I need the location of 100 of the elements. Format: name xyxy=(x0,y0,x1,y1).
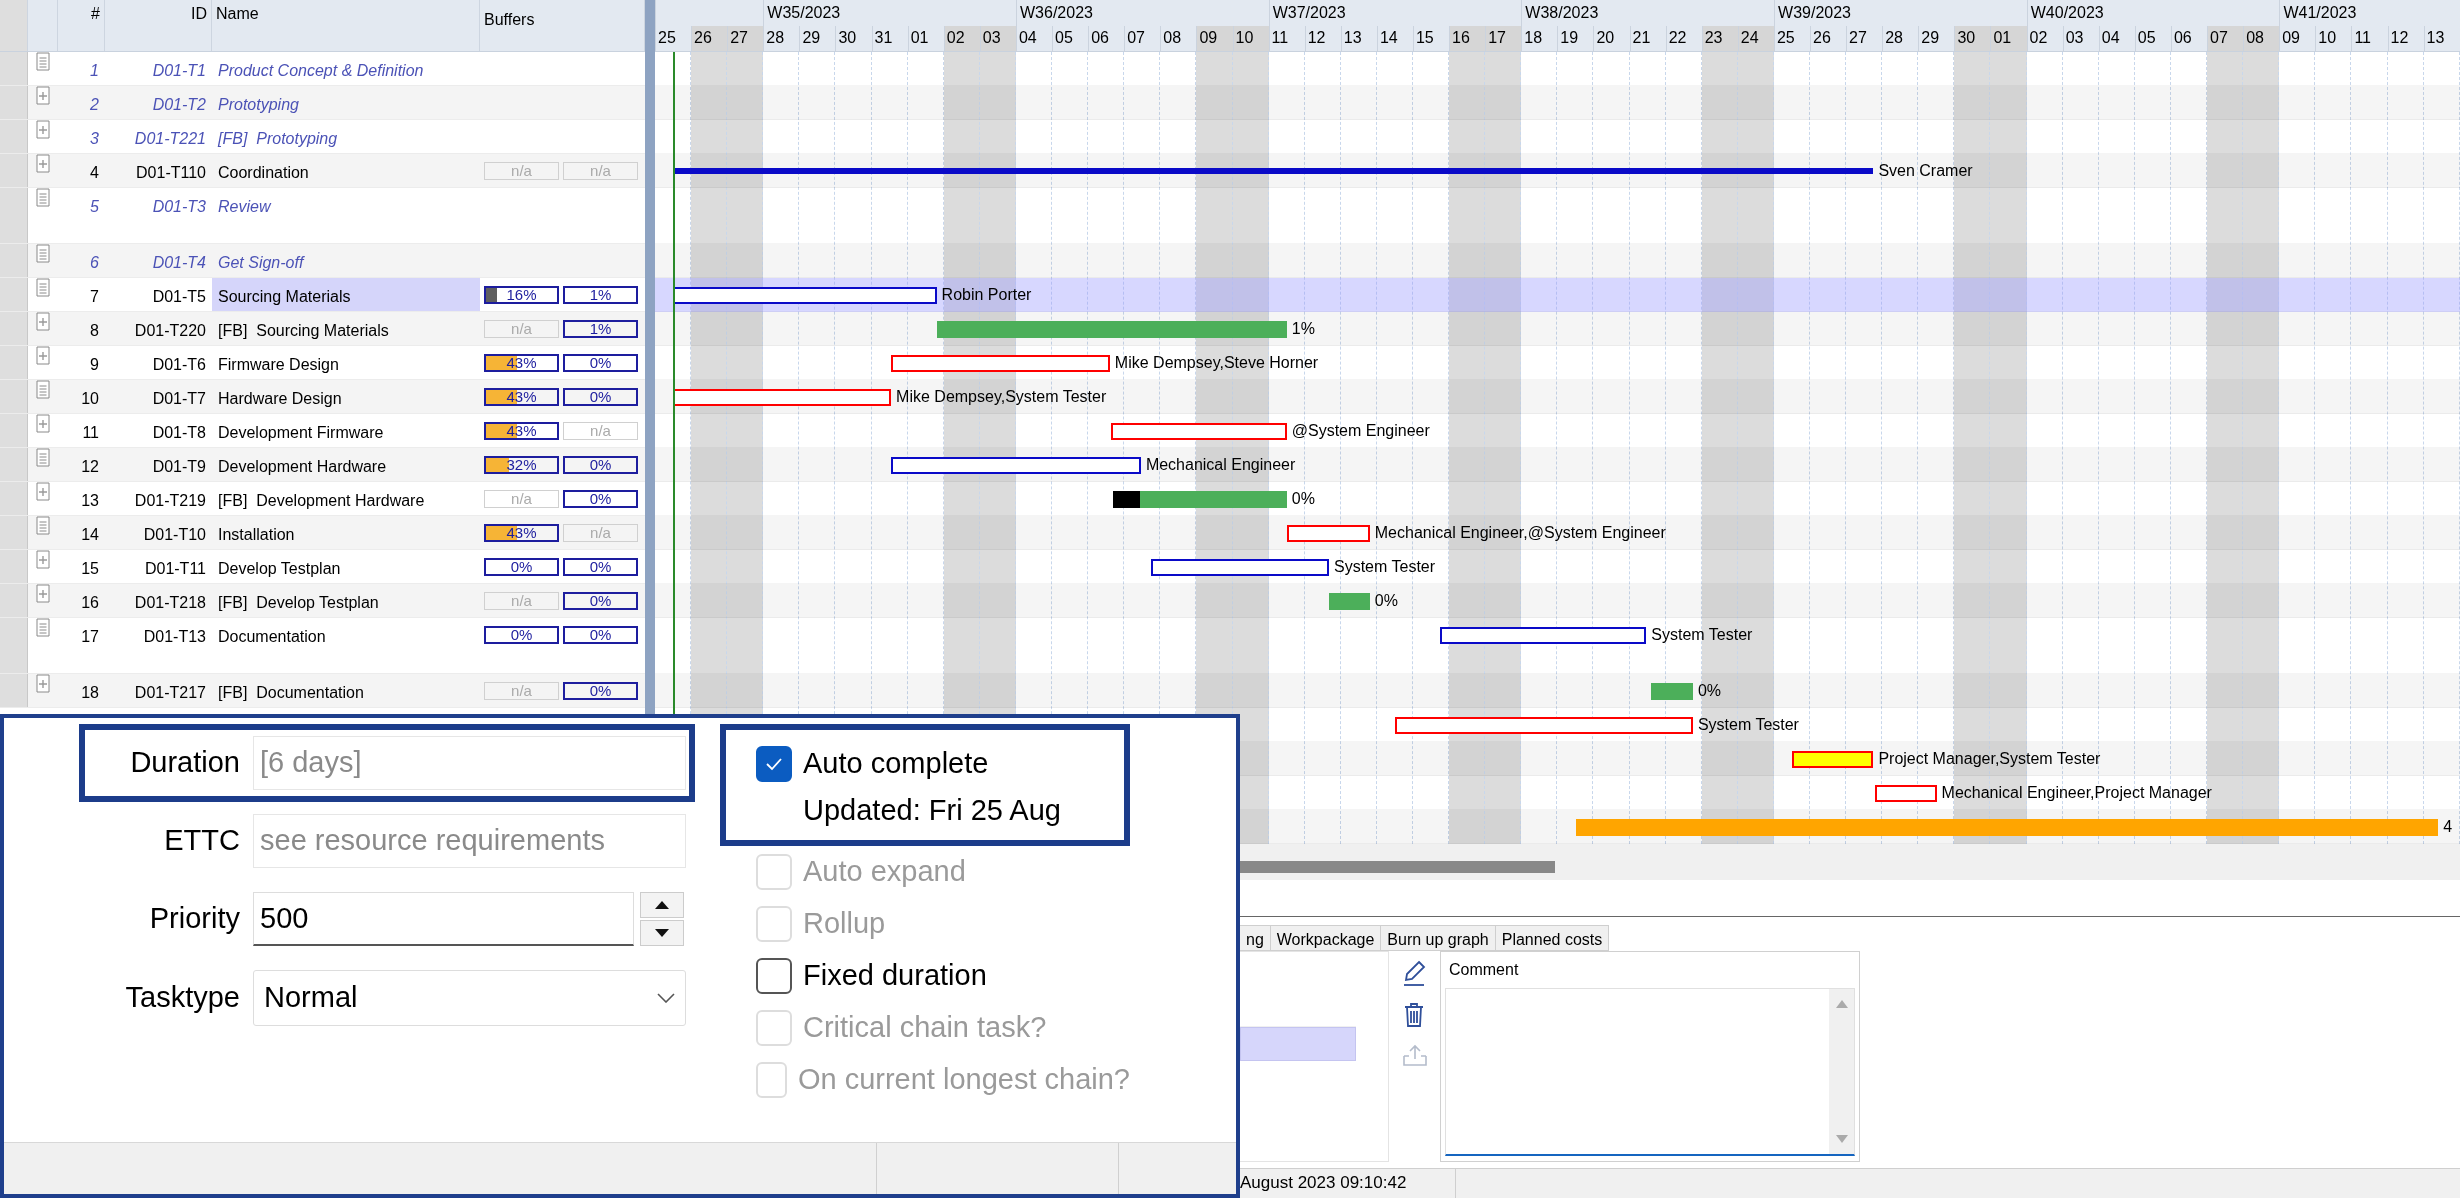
table-cell[interactable]: [FB] Develop Testplan xyxy=(212,584,480,617)
table-cell-text: 10 xyxy=(80,389,100,409)
buffer-value: 0% xyxy=(589,456,612,473)
table-cell[interactable]: [FB] Prototyping xyxy=(212,120,480,153)
tab[interactable]: Workpackage xyxy=(1270,925,1382,951)
buffer-value: 16% xyxy=(506,286,537,303)
bar-label: @System Engineer xyxy=(1291,421,1430,441)
table-cell[interactable]: Hardware Design xyxy=(212,380,480,413)
day-label: 10 xyxy=(1232,26,1269,51)
bar-label: 0% xyxy=(1374,591,1398,611)
table-cell[interactable]: Documentation xyxy=(212,618,480,673)
bar-label: System Tester xyxy=(1697,715,1799,735)
day-label: 04 xyxy=(2098,26,2135,51)
buffer-value: 0% xyxy=(589,558,612,575)
table-cell-text: 16 xyxy=(80,593,100,613)
bar-label: 4 xyxy=(2443,817,2453,837)
day-label: 23 xyxy=(1701,26,1738,51)
day-label: 07 xyxy=(1124,26,1161,51)
table-cell-text: 15 xyxy=(80,559,100,579)
day-label: 01 xyxy=(907,26,944,51)
field-label: Tasktype xyxy=(124,980,240,1016)
table-cell[interactable]: Develop Testplan xyxy=(212,550,480,583)
buffer-value: 0% xyxy=(589,354,612,371)
column-header[interactable]: Name xyxy=(212,0,480,51)
table-cell-text: 8 xyxy=(89,321,100,341)
day-label: 01 xyxy=(1990,26,2027,51)
bar-label: Mechanical Engineer,@System Engineer xyxy=(1374,523,1666,543)
bar-label: Mechanical Engineer,Project Manager xyxy=(1941,783,2212,803)
checkbox-label[interactable]: Auto complete xyxy=(803,742,989,786)
buffer-value: 1% xyxy=(589,320,612,337)
day-label: 10 xyxy=(2315,26,2352,51)
table-cell-text: D01-T1 xyxy=(151,61,207,81)
column-header[interactable]: # xyxy=(58,0,105,51)
buffer-value: 0% xyxy=(589,388,612,405)
day-label: 26 xyxy=(691,26,728,51)
table-cell[interactable]: Firmware Design xyxy=(212,346,480,379)
column-header[interactable]: ID xyxy=(105,0,212,51)
table-cell[interactable]: Development Hardware xyxy=(212,448,480,481)
tab[interactable]: ng xyxy=(1240,925,1271,951)
dropdown[interactable]: Normal xyxy=(253,970,686,1026)
table-cell-text: 3 xyxy=(89,129,100,149)
day-label: 07 xyxy=(2207,26,2244,51)
table-cell-text: 9 xyxy=(89,355,100,375)
table-cell[interactable]: Prototyping xyxy=(212,86,480,119)
table-cell-text: D01-T9 xyxy=(151,457,207,477)
day-label: 29 xyxy=(799,26,836,51)
bar-label: Mechanical Engineer xyxy=(1145,455,1296,475)
buffer-value: 0% xyxy=(510,626,533,643)
bar-label: 0% xyxy=(1291,489,1315,509)
table-cell-text: D01-T11 xyxy=(143,559,207,579)
table-cell-text: 2 xyxy=(89,95,100,115)
tab[interactable]: Burn up graph xyxy=(1381,925,1496,951)
table-cell[interactable]: Product Concept & Definition xyxy=(212,52,480,85)
table-cell[interactable]: Sourcing Materials xyxy=(212,278,480,311)
table-cell-text: D01-T4 xyxy=(151,253,207,273)
day-label: 21 xyxy=(1629,26,1666,51)
day-label: 26 xyxy=(1810,26,1847,51)
checkbox-label[interactable]: Fixed duration xyxy=(803,954,987,998)
field-label: Duration xyxy=(129,745,240,781)
buffer-value: 0% xyxy=(589,626,612,643)
day-label: 09 xyxy=(2279,26,2316,51)
day-label: 03 xyxy=(2062,26,2099,51)
day-label: 24 xyxy=(1737,26,1774,51)
table-cell-text: D01-T219 xyxy=(133,491,207,511)
buffer-value: n/a xyxy=(511,320,532,337)
buffer-value: 0% xyxy=(589,592,612,609)
day-label: 12 xyxy=(2387,26,2424,51)
table-cell[interactable]: Coordination xyxy=(212,154,480,187)
table-cell-text: D01-T13 xyxy=(142,627,207,647)
table-cell[interactable]: [FB] Development Hardware xyxy=(212,482,480,515)
day-label: 11 xyxy=(2351,26,2388,51)
table-cell-text: D01-T218 xyxy=(133,593,207,613)
day-label: 08 xyxy=(2243,26,2280,51)
day-label: 02 xyxy=(2026,26,2063,51)
table-cell[interactable]: Development Firmware xyxy=(212,414,480,447)
buffer-value: 0% xyxy=(589,490,612,507)
buffer-value: n/a xyxy=(590,422,611,439)
number-field[interactable]: 500 xyxy=(253,892,634,946)
table-cell-text: D01-T2 xyxy=(151,95,207,115)
table-cell-text: 6 xyxy=(89,253,100,273)
day-label: 06 xyxy=(1088,26,1125,51)
table-cell[interactable]: Installation xyxy=(212,516,480,549)
table-cell-text: D01-T221 xyxy=(133,129,207,149)
table-cell[interactable]: [FB] Documentation xyxy=(212,674,480,707)
table-cell[interactable]: Get Sign-off xyxy=(212,244,480,277)
table-cell-text: D01-T7 xyxy=(151,389,207,409)
bar-label: Project Manager,System Tester xyxy=(1878,749,2101,769)
table-cell[interactable]: [FB] Sourcing Materials xyxy=(212,312,480,345)
day-label: 13 xyxy=(2423,26,2460,51)
field-label: Priority xyxy=(148,901,240,937)
buffer-value: n/a xyxy=(511,162,532,179)
table-cell-text: D01-T5 xyxy=(151,287,207,307)
day-label: 09 xyxy=(1196,26,1233,51)
table-cell-text: D01-T6 xyxy=(151,355,207,375)
day-label: 30 xyxy=(835,26,872,51)
table-cell[interactable]: Review xyxy=(212,188,480,243)
table-cell-text: D01-T8 xyxy=(151,423,207,443)
buffer-value: n/a xyxy=(511,592,532,609)
day-label: 16 xyxy=(1449,26,1486,51)
tab[interactable]: Planned costs xyxy=(1495,925,1610,951)
